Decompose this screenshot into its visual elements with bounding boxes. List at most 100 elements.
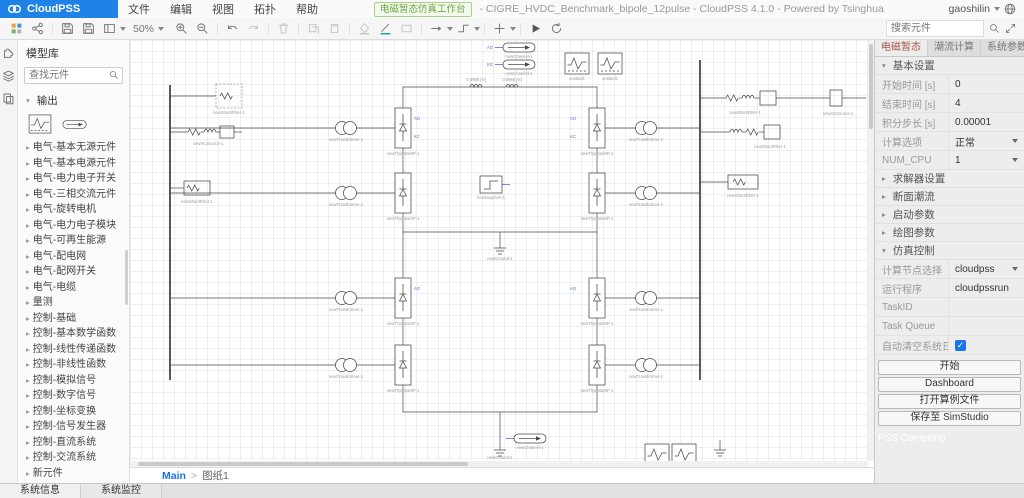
components-puzzle-icon[interactable] [2,46,15,59]
tab-powerflow[interactable]: 潮流计算 [928,40,981,56]
sidebar-category[interactable]: ▸量测 [18,295,129,311]
section-basic-settings[interactable]: ▾ 基本设置 [875,57,1024,75]
zoom-in-icon[interactable] [171,20,192,38]
wire-style-icon[interactable] [453,20,474,38]
section-plot-params[interactable]: ▸ 绘图参数 [875,224,1024,242]
zoom-level-select[interactable]: 50% [133,23,164,35]
auto-clear-log-checkbox[interactable]: ✓ [955,340,966,351]
menu-file[interactable]: 文件 [118,1,160,17]
run-simulation-icon[interactable] [525,20,546,38]
app-logo[interactable]: CloudPSS [0,0,118,18]
globe-icon[interactable] [1004,3,1016,15]
zoom-out-icon[interactable] [192,20,213,38]
start-time-input[interactable] [955,79,1024,90]
ac-filter[interactable]: newShuntFilter-1 newACSource-1 newShuntF… [170,84,245,204]
undo-icon[interactable] [222,20,243,38]
model-library-icon[interactable] [6,20,27,38]
sidebar-category[interactable]: ▸电气-电力电子模块 [18,218,129,234]
sidebar-category[interactable]: ▸新元件 [18,466,129,482]
open-case-file-button[interactable]: 打开算例文件 [878,394,1021,409]
sidebar-category[interactable]: ▸控制-坐标变换 [18,404,129,420]
chevron-down-icon[interactable] [474,27,480,31]
component-search-input[interactable] [886,20,984,37]
end-time-input[interactable] [955,98,1024,109]
section-snapshot-powerflow[interactable]: ▸ 断面潮流 [875,188,1024,206]
status-tab-system-monitor[interactable]: 系统监控 [81,484,162,498]
sidebar-category[interactable]: ▸控制-非线性函数 [18,357,129,373]
step-generator[interactable]: newStepGen-1 [477,176,510,200]
library-copy-icon[interactable] [2,92,15,105]
oscilloscope-component[interactable] [28,114,52,134]
task-id-input[interactable] [955,302,1024,313]
line-color-icon[interactable] [375,20,396,38]
section-solver-settings[interactable]: ▸ 求解器设置 [875,170,1024,188]
sidebar-category[interactable]: ▸控制-线性传递函数 [18,342,129,358]
sidebar-category[interactable]: ▸控制-交流系统 [18,450,129,466]
ac-busbar[interactable] [170,60,700,380]
scrollbar-thumb[interactable] [138,462,468,466]
ac-filter[interactable]: newShuntFilter-1 newACSource-1 newShuntF… [700,90,866,198]
section-startup-params[interactable]: ▸ 启动参数 [875,206,1024,224]
status-tab-system-info[interactable]: 系统信息 [0,484,81,498]
compute-node-select[interactable]: cloudpss [948,260,1024,278]
sidebar-category[interactable]: ▸控制-信号发生器 [18,419,129,435]
sidebar-category[interactable]: ▸电气-电缆 [18,280,129,296]
breadcrumb-root[interactable]: Main [162,470,186,482]
schematic-canvas[interactable]: 0.5968 [H] 0.5968 [H] newGround-1 newGro… [130,40,874,467]
expand-icon[interactable] [1005,23,1016,34]
sidebar-category[interactable]: ▸电气-配电网 [18,249,129,265]
breadcrumb-sheet[interactable]: 图纸1 [202,468,229,483]
run-program-input[interactable] [955,283,1024,294]
ground-stub[interactable] [714,440,726,456]
channel-component[interactable] [62,119,88,130]
section-simulation-control[interactable]: ▾ 仿真控制 [875,242,1024,260]
oscilloscope[interactable]: untitled1 untitled2 [565,53,622,81]
sidebar-category[interactable]: ▸电气-配网开关 [18,264,129,280]
step-size-input[interactable] [955,117,1024,128]
start-button[interactable]: 开始 [878,360,1021,375]
num-cpu-select[interactable]: 1 [948,151,1024,169]
ac-wiring[interactable] [170,128,700,365]
save-to-simstudio-button[interactable]: 保存至 SimStudio [878,411,1021,426]
sidebar-category[interactable]: ▸控制-基本数学函数 [18,326,129,342]
calc-option-select[interactable]: 正常 [948,132,1024,150]
sidebar-category[interactable]: ▸电气-电力电子开关 [18,171,129,187]
task-queue-input[interactable] [955,321,1024,332]
panel-layout-icon[interactable] [99,20,120,38]
arrow-style-icon[interactable] [426,20,447,38]
sidebar-category[interactable]: ▸电气-基本电源元件 [18,156,129,172]
scrollbar-thumb[interactable] [869,44,873,129]
sidebar-category[interactable]: ▸电气-三相交流元件 [18,187,129,203]
thyristor-valve[interactable]: newThyristor6P-1 newThyristor6P-1 newThy… [387,108,614,393]
chevron-down-icon[interactable] [120,27,126,31]
menu-help[interactable]: 帮助 [286,1,328,17]
save-icon[interactable] [57,20,78,38]
tab-system-params[interactable]: 系统参数/变量 [981,40,1024,56]
oscilloscope[interactable] [645,444,696,461]
sidebar-category[interactable]: ▸控制-模拟信号 [18,373,129,389]
output-channel[interactable]: newChannel-1 [506,434,546,450]
chevron-down-icon[interactable] [510,27,516,31]
sidebar-category[interactable]: ▸电气-可再生能源 [18,233,129,249]
sidebar-category[interactable]: ▸控制-基础 [18,311,129,327]
menu-topology[interactable]: 拓扑 [244,1,286,17]
add-element-icon[interactable] [489,20,510,38]
sidebar-category[interactable]: ▸控制-直流系统 [18,435,129,451]
converter-transformer[interactable]: newTransformer-1 newTransformer-1 newTra… [329,122,664,380]
dashboard-button[interactable]: Dashboard [878,377,1021,392]
sidebar-category[interactable]: ▸控制-数字信号 [18,388,129,404]
sidebar-category[interactable]: ▸电气-旋转电机 [18,202,129,218]
user-menu[interactable]: gaoshilin [949,3,1024,15]
search-icon[interactable] [989,23,1000,34]
sidebar-scrollbar[interactable] [125,250,128,305]
dc-wiring[interactable] [403,87,597,450]
save-as-icon[interactable] [78,20,99,38]
menu-edit[interactable]: 编辑 [160,1,202,17]
share-icon[interactable] [27,20,48,38]
output-section-header[interactable]: ▾ 输出 [18,88,129,110]
restart-icon[interactable] [546,20,567,38]
output-channel[interactable]: AO newChannel-1 KC newChannel-1 [487,43,535,76]
menu-view[interactable]: 视图 [202,1,244,17]
sidebar-category[interactable]: ▸电气-基本无源元件 [18,140,129,156]
tab-emt[interactable]: 电磁暂态 [875,40,928,56]
